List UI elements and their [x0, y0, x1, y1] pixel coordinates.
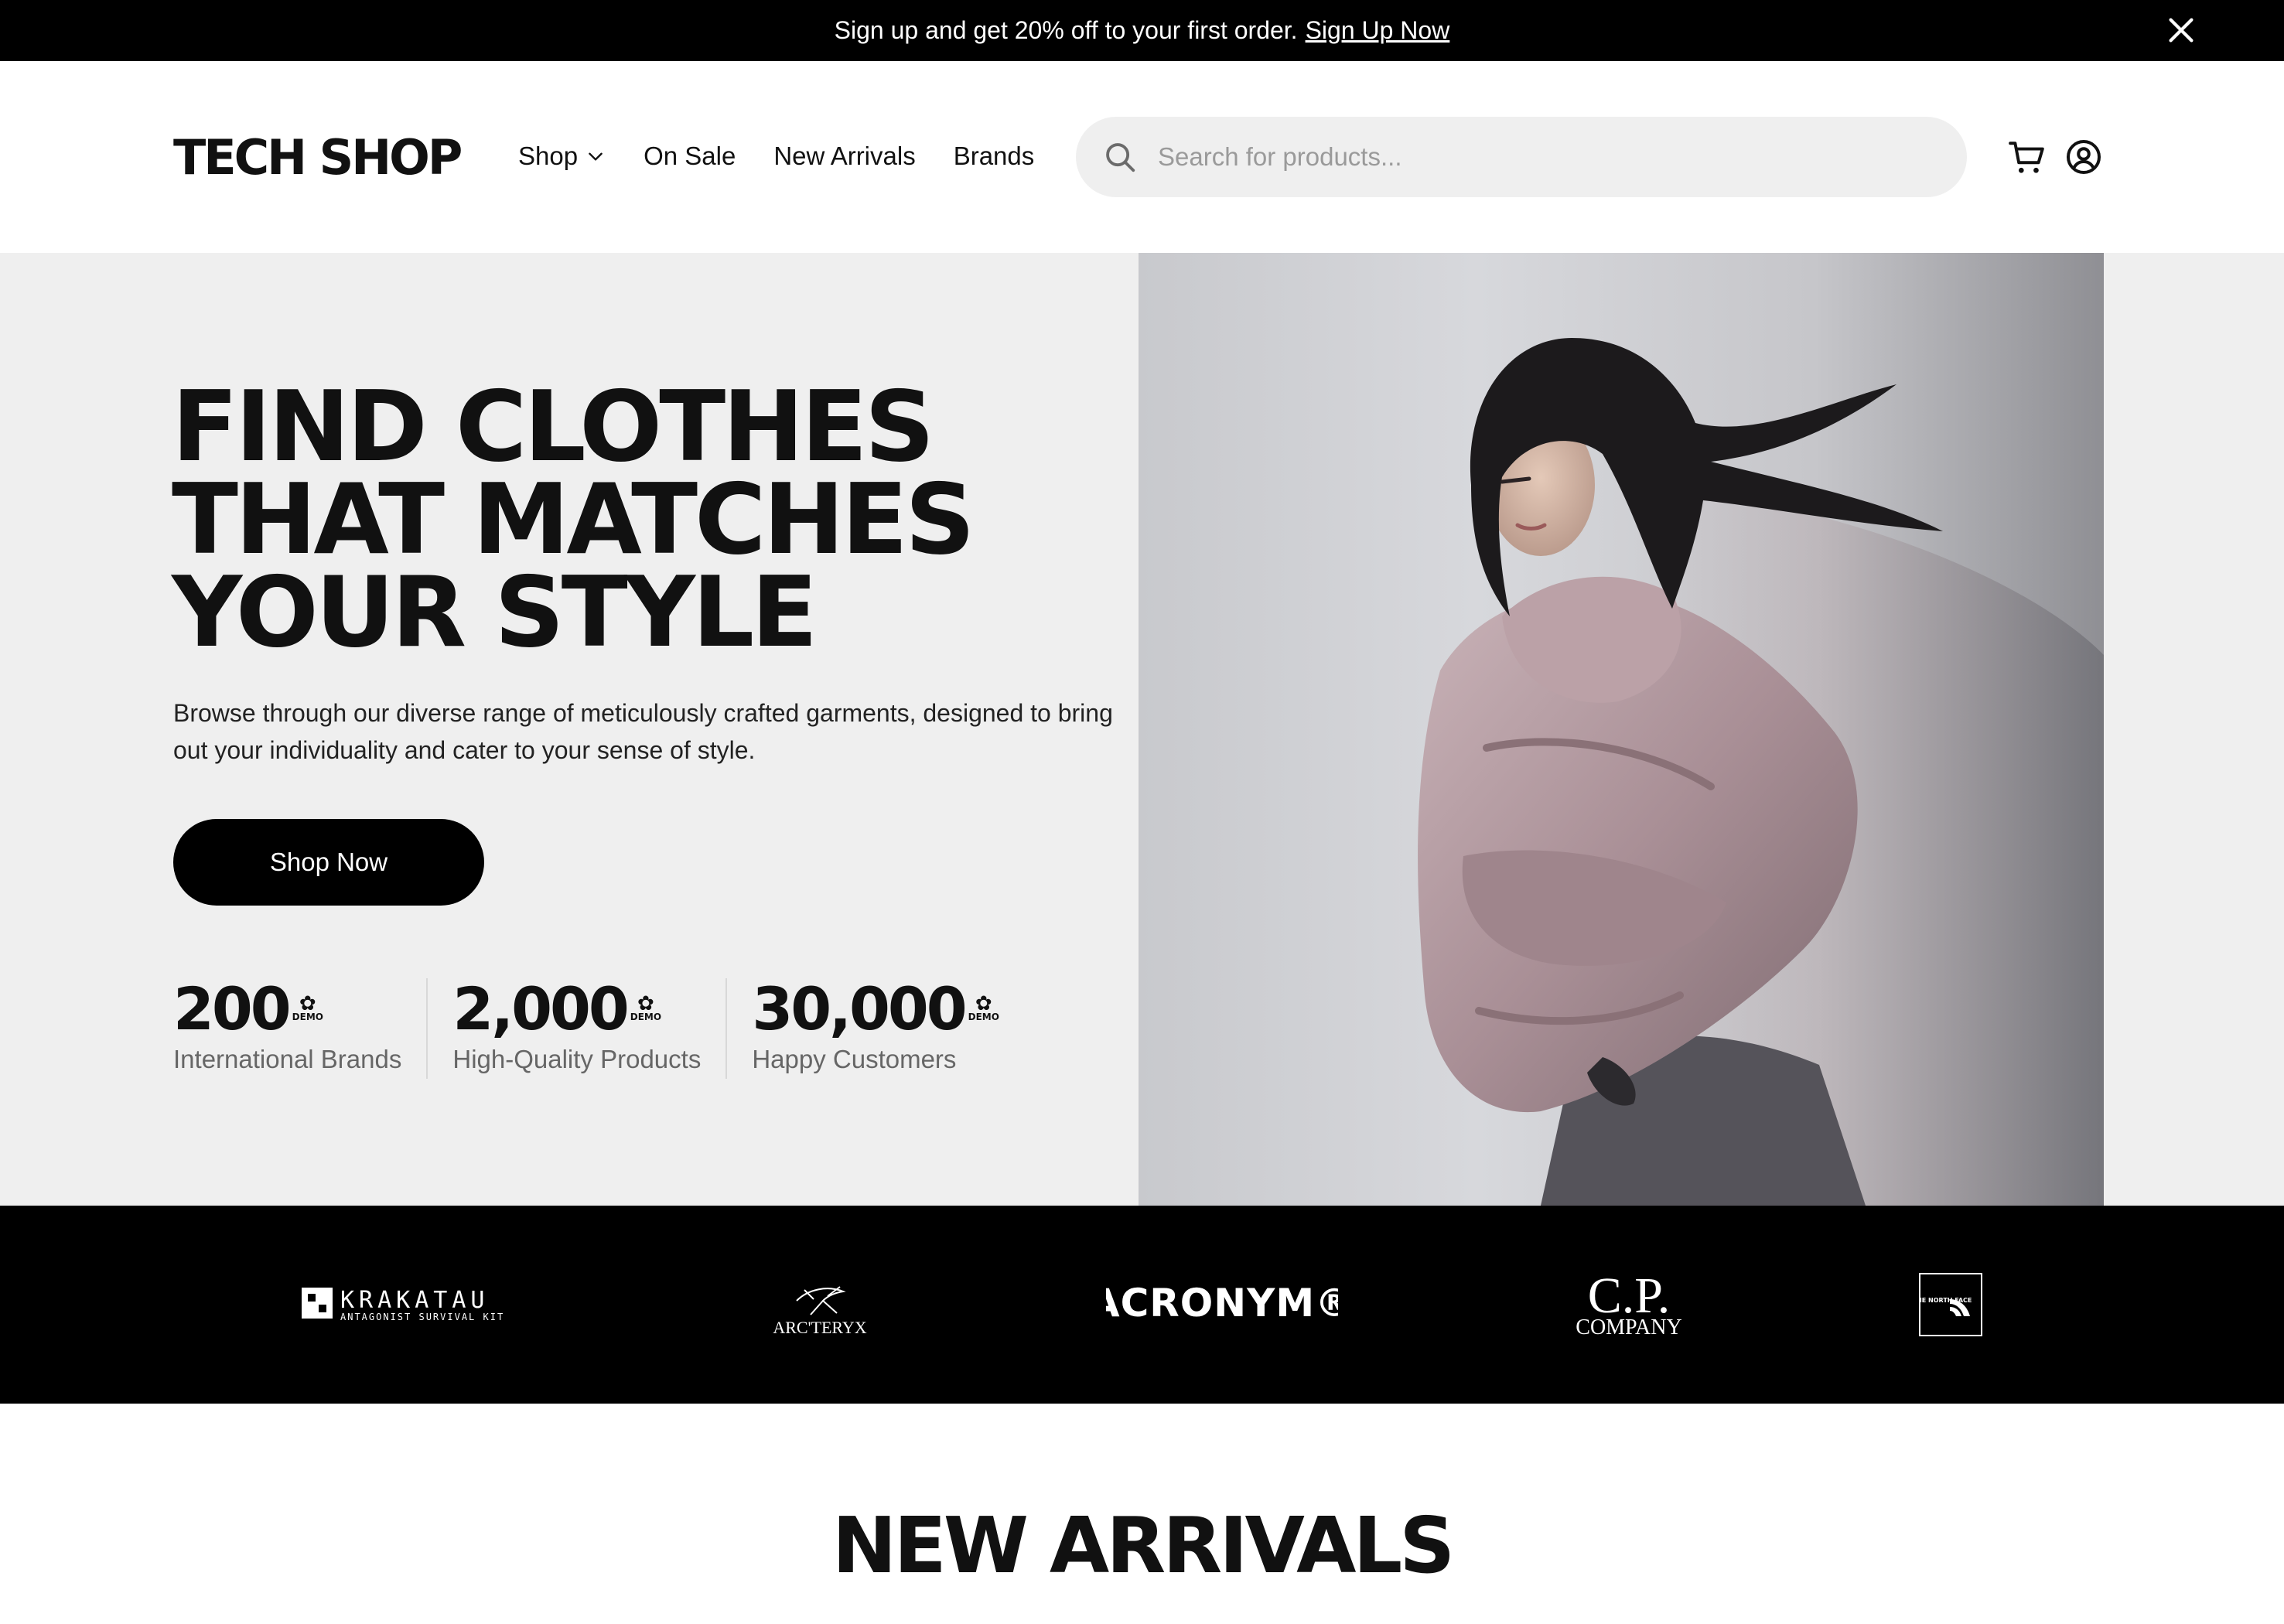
nav-brands[interactable]: Brands — [954, 142, 1035, 171]
cp-company-logo: C.P. COMPANY — [1576, 1267, 1681, 1339]
account-icon[interactable] — [2065, 138, 2102, 176]
search-input[interactable] — [1158, 142, 1931, 172]
svg-text:ACRONYM®: ACRONYM® — [1106, 1281, 1338, 1325]
hero-stats: 200 ✿ DEMO International Brands 2,000 ✿ DE… — [173, 978, 1049, 1079]
svg-text:ARC'TERYX: ARC'TERYX — [773, 1318, 867, 1337]
north-face-logo: THE NORTH FACE — [1918, 1273, 1982, 1336]
sign-up-link[interactable]: Sign Up Now — [1306, 16, 1450, 45]
site-header: TECH SHOP Shop On Sale New Arrivals Bran… — [0, 61, 2284, 253]
announcement-text: Sign up and get 20% off to your first or… — [834, 16, 1298, 44]
brand-the-north-face[interactable]: THE NORTH FACE — [1918, 1273, 1982, 1336]
brand-arcteryx[interactable]: ARC'TERYX — [766, 1270, 874, 1339]
brand-krakatau[interactable]: KRAKATAU ANTAGONIST SURVIVAL KIT — [302, 1281, 534, 1328]
main-nav: Shop On Sale New Arrivals Brands — [518, 142, 1072, 171]
stat-brands: 200 ✿ DEMO International Brands — [173, 978, 428, 1079]
search-icon — [1106, 143, 1135, 172]
svg-text:ANTAGONIST SURVIVAL KIT: ANTAGONIST SURVIVAL KIT — [340, 1312, 504, 1322]
demo-badge: ✿ DEMO — [968, 992, 999, 1022]
arcteryx-logo: ARC'TERYX — [773, 1286, 867, 1337]
shop-now-button[interactable]: Shop Now — [173, 819, 484, 906]
svg-text:THE NORTH FACE: THE NORTH FACE — [1919, 1297, 1972, 1304]
demo-badge: ✿ DEMO — [292, 992, 323, 1022]
hero-title-line: FIND CLOTHES — [172, 370, 934, 483]
brands-bar: KRAKATAU ANTAGONIST SURVIVAL KIT ARC'TER… — [0, 1206, 2284, 1404]
chevron-down-icon — [589, 152, 603, 161]
stat-value: 200 — [173, 974, 292, 1043]
stat-customers: 30,000 ✿ DEMO Happy Customers — [752, 978, 1024, 1079]
close-icon[interactable] — [2163, 12, 2199, 48]
hero-model-image — [1139, 253, 2104, 1206]
nav-shop-label: Shop — [518, 142, 579, 170]
demo-badge: ✿ DEMO — [630, 992, 662, 1022]
stat-label: Happy Customers — [752, 1045, 957, 1073]
stat-products: 2,000 ✿ DEMO High-Quality Products — [452, 974, 728, 1079]
hero-section: FIND CLOTHES THAT MATCHES YOUR STYLE Bro… — [0, 253, 2284, 1206]
nav-new-arrivals[interactable]: New Arrivals — [773, 142, 915, 171]
search-bar — [1076, 117, 1967, 197]
hero-title-line: YOUR STYLE — [172, 555, 818, 669]
hero-title: FIND CLOTHES THAT MATCHES YOUR STYLE — [172, 370, 975, 669]
cart-icon[interactable] — [2008, 138, 2047, 177]
brand-cp-company[interactable]: C.P. COMPANY — [1571, 1266, 1687, 1343]
site-logo[interactable]: TECH SHOP — [173, 129, 463, 186]
svg-text:COMPANY: COMPANY — [1576, 1315, 1681, 1339]
svg-text:KRAKATAU: KRAKATAU — [340, 1287, 490, 1314]
acronym-logo: ACRONYM® — [1106, 1281, 1338, 1325]
nav-shop[interactable]: Shop — [518, 142, 606, 171]
stat-label: High-Quality Products — [452, 1045, 702, 1073]
stat-value: 2,000 — [452, 974, 629, 1043]
stat-value: 30,000 — [752, 974, 967, 1043]
model-illustration — [1418, 338, 2104, 1206]
brand-acronym[interactable]: ACRONYM® — [1106, 1278, 1338, 1332]
new-arrivals-title: NEW ARRIVALS — [831, 1500, 1455, 1591]
stat-label: International Brands — [173, 1045, 402, 1073]
hero-description: Browse through our diverse range of meti… — [173, 699, 1113, 764]
hero-title-line: THAT MATCHES — [172, 462, 975, 576]
krakatau-logo: KRAKATAU ANTAGONIST SURVIVAL KIT — [302, 1287, 504, 1322]
nav-on-sale[interactable]: On Sale — [644, 142, 736, 171]
announcement-bar: Sign up and get 20% off to your first or… — [0, 0, 2284, 61]
